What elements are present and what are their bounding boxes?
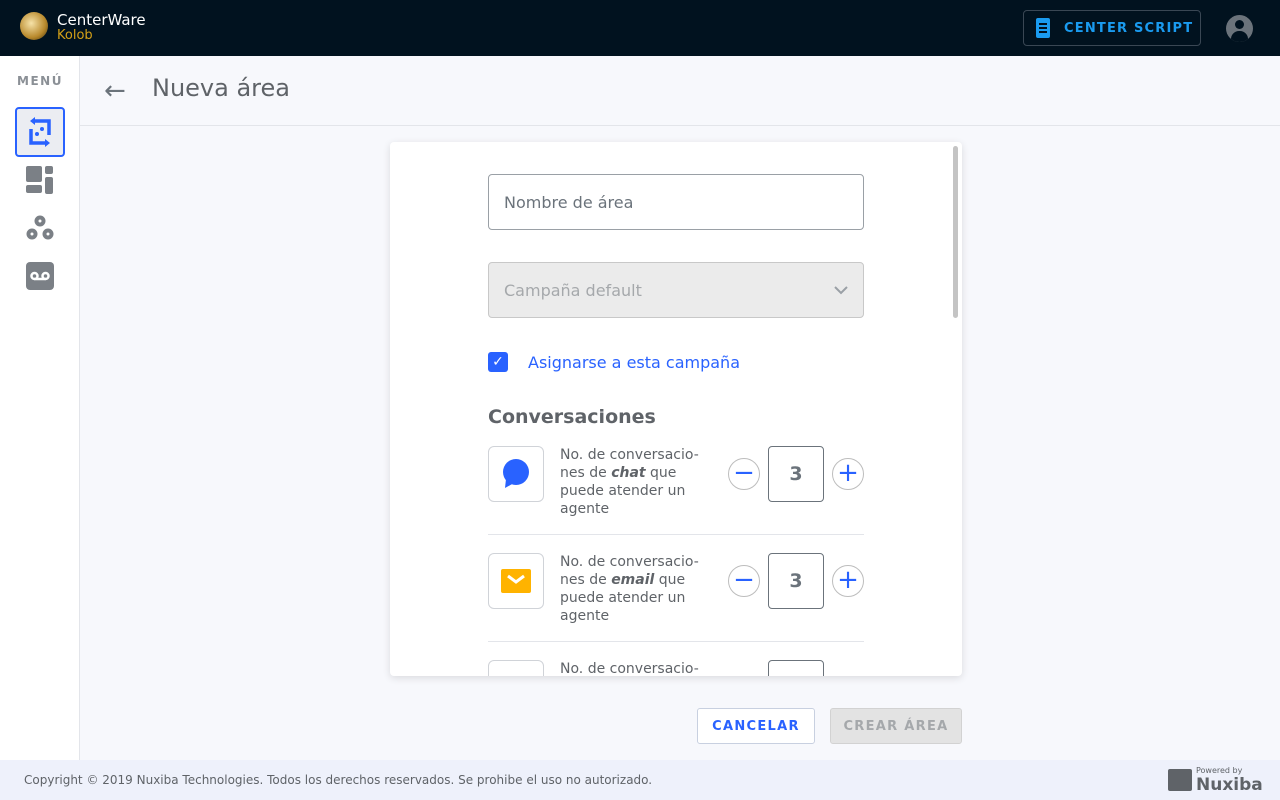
assign-campaign-label: Asignarse a esta campaña xyxy=(528,352,740,372)
nuxiba-logo xyxy=(1168,769,1192,791)
powered-by-text: Powered by xyxy=(1196,766,1243,775)
create-area-button[interactable]: CREAR ÁREA xyxy=(830,708,962,744)
checkbox-checked-icon: ✓ xyxy=(488,352,508,372)
email-count-value[interactable]: 3 xyxy=(768,553,824,609)
email-conversations-row: No. de conversacio-nes de email que pued… xyxy=(488,535,864,642)
chat-icon xyxy=(503,459,529,488)
dashboard-icon xyxy=(26,166,53,194)
brand-name: CenterWare xyxy=(57,11,146,29)
brand-sub: Kolob xyxy=(57,28,93,43)
centerware-logo xyxy=(20,12,48,40)
assign-campaign-checkbox[interactable]: ✓ Asignarse a esta campaña xyxy=(488,352,864,372)
back-arrow-icon[interactable]: ← xyxy=(104,76,126,106)
groups-icon xyxy=(26,215,54,240)
sidebar-item-voicemail[interactable] xyxy=(15,251,65,301)
copyright-text: Copyright © 2019 Nuxiba Technologies. To… xyxy=(24,773,653,787)
increment-chat-button[interactable]: + xyxy=(832,458,864,490)
voicemail-icon xyxy=(26,262,54,290)
third-count-value[interactable] xyxy=(768,660,824,676)
chat-count-value[interactable]: 3 xyxy=(768,446,824,502)
sidebar: MENÚ xyxy=(0,56,80,760)
top-bar: CenterWare Kolob CENTER SCRIPT xyxy=(0,0,1280,56)
chat-conversations-row: No. de conversacio-nes de chat que puede… xyxy=(488,446,864,535)
area-name-input[interactable] xyxy=(488,174,864,230)
conversations-heading: Conversaciones xyxy=(488,406,656,428)
chevron-down-icon xyxy=(834,285,848,294)
menu-label: MENÚ xyxy=(17,74,63,88)
areas-icon xyxy=(29,117,51,147)
footer: Copyright © 2019 Nuxiba Technologies. To… xyxy=(0,760,1280,800)
page-title: Nueva área xyxy=(152,74,290,102)
cancel-button[interactable]: CANCELAR xyxy=(697,708,815,744)
sidebar-item-dashboard[interactable] xyxy=(15,155,65,205)
decrement-email-button[interactable]: − xyxy=(728,565,760,597)
third-description: No. de conversacio- xyxy=(560,661,699,676)
new-area-form-card: Campaña default ✓ Asignarse a esta campañ… xyxy=(390,142,962,676)
decrement-chat-button[interactable]: − xyxy=(728,458,760,490)
campaign-select-value: Campaña default xyxy=(504,280,642,300)
third-conversations-row: No. de conversacio- xyxy=(488,642,864,676)
sidebar-item-areas[interactable] xyxy=(15,107,65,157)
nuxiba-wordmark: Nuxiba xyxy=(1196,775,1263,795)
chat-icon-box xyxy=(488,446,544,502)
increment-email-button[interactable]: + xyxy=(832,565,864,597)
script-icon xyxy=(1036,18,1050,38)
scrollbar[interactable] xyxy=(953,146,958,318)
campaign-select: Campaña default xyxy=(488,262,864,318)
email-description: No. de conversacio-nes de email que pued… xyxy=(560,554,699,624)
center-script-label: CENTER SCRIPT xyxy=(1064,20,1194,36)
email-icon-box xyxy=(488,553,544,609)
center-script-button[interactable]: CENTER SCRIPT xyxy=(1023,10,1201,46)
chat-description: No. de conversacio-nes de chat que puede… xyxy=(560,447,699,517)
page-header: ← Nueva área xyxy=(80,56,1280,126)
email-icon xyxy=(501,569,531,593)
user-avatar-icon[interactable] xyxy=(1226,15,1253,42)
sidebar-item-groups[interactable] xyxy=(15,203,65,253)
channel-icon-box xyxy=(488,660,544,676)
